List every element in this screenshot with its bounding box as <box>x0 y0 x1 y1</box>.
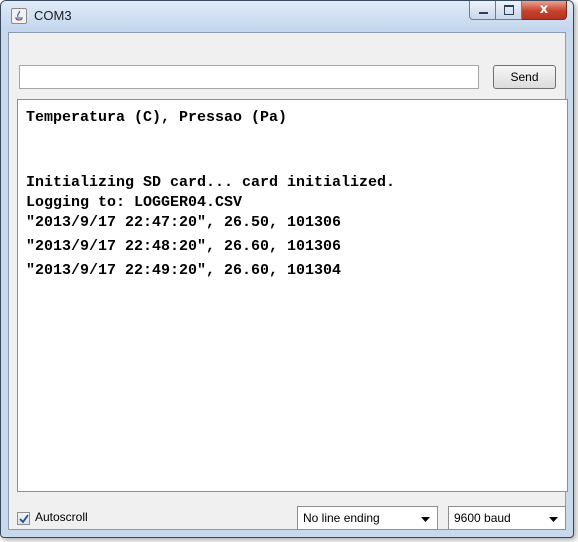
autoscroll-checkbox[interactable] <box>17 512 30 525</box>
send-button[interactable]: Send <box>493 65 556 89</box>
console-line: "2013/9/17 22:47:20", 26.50, 101306 <box>26 214 342 231</box>
window-title: COM3 <box>34 8 72 23</box>
java-app-icon <box>11 8 27 24</box>
baud-rate-value: 9600 baud <box>454 511 511 525</box>
line-ending-select[interactable]: No line ending <box>297 506 438 530</box>
console-line: Initializing SD card... card initialized… <box>26 174 396 191</box>
chevron-down-icon <box>421 517 430 522</box>
maximize-button[interactable] <box>496 1 522 20</box>
chevron-down-icon <box>549 517 558 522</box>
close-button[interactable]: x <box>522 1 567 20</box>
checkmark-icon <box>19 514 29 524</box>
line-ending-value: No line ending <box>303 511 380 525</box>
title-bar[interactable]: COM3 x <box>1 1 573 31</box>
caption-buttons: x <box>469 1 567 21</box>
console-line: "2013/9/17 22:49:20", 26.60, 101304 <box>26 262 342 279</box>
send-input[interactable] <box>19 65 479 89</box>
close-icon: x <box>539 2 549 17</box>
console-line: Temperatura (C), Pressao (Pa) <box>26 109 288 126</box>
console-line: Logging to: LOGGER04.CSV <box>26 194 243 211</box>
serial-output[interactable]: Temperatura (C), Pressao (Pa) Initializi… <box>17 99 568 492</box>
baud-rate-select[interactable]: 9600 baud <box>448 506 566 530</box>
console-line: "2013/9/17 22:48:20", 26.60, 101306 <box>26 238 342 255</box>
autoscroll-label: Autoscroll <box>35 510 88 524</box>
minimize-button[interactable] <box>469 1 496 20</box>
